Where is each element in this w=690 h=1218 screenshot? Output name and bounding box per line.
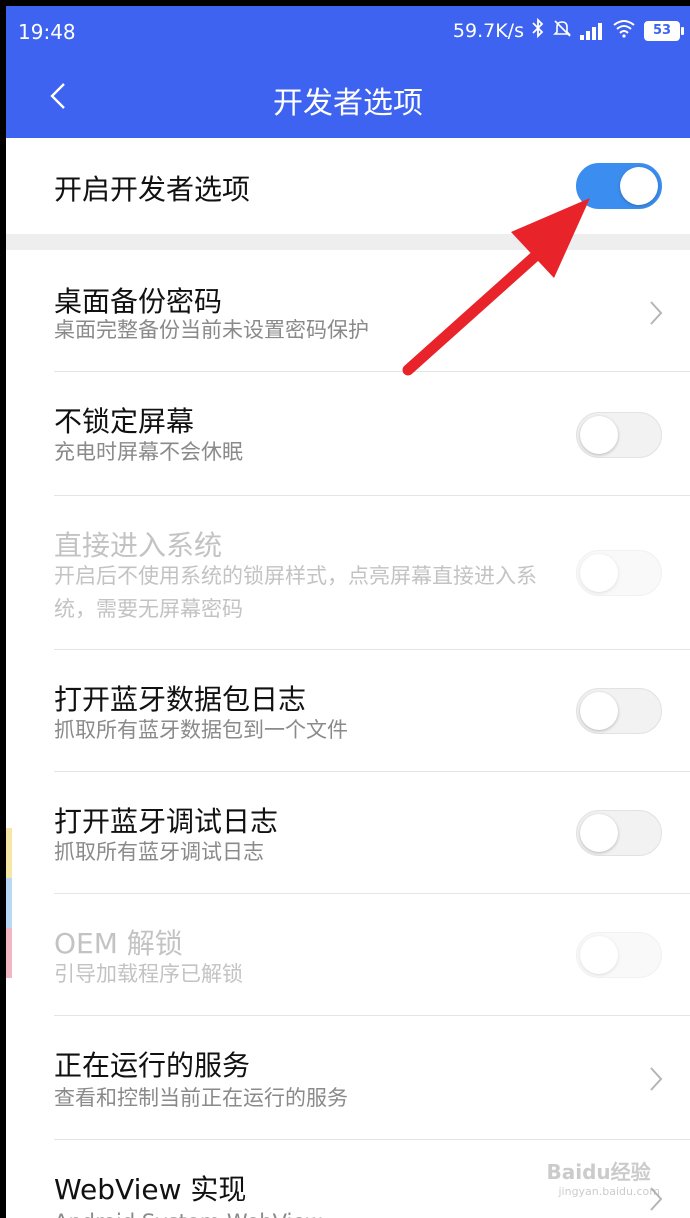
list-item-backup-password[interactable]: 桌面备份密码 桌面完整备份当前未设置密码保护: [6, 250, 690, 372]
item-title: WebView 实现: [54, 1173, 247, 1206]
status-bar: 19:48 59.7K/s 53: [6, 6, 690, 56]
item-subtitle: 充电时屏幕不会休眠: [54, 440, 243, 464]
item-title: 正在运行的服务: [54, 1049, 251, 1082]
watermark-logo: Baidu经验 jingyan.baidu.com: [546, 1156, 660, 1198]
master-toggle[interactable]: [576, 163, 662, 209]
item-title: 打开蓝牙调试日志: [54, 805, 279, 838]
list-item-bt-snoop-log[interactable]: 打开蓝牙数据包日志 抓取所有蓝牙数据包到一个文件: [6, 650, 690, 772]
item-title: 打开蓝牙数据包日志: [54, 683, 307, 716]
chevron-right-icon: [646, 1064, 666, 1094]
item-subtitle: 引导加载程序已解锁: [54, 962, 243, 986]
item-subtitle: 抓取所有蓝牙数据包到一个文件: [54, 718, 348, 742]
toggle-knob: [580, 692, 618, 730]
stay-awake-toggle[interactable]: [576, 412, 662, 458]
toggle-knob: [580, 936, 618, 974]
developer-options-master-row[interactable]: 开启开发者选项: [6, 138, 690, 234]
settings-screen: 19:48 59.7K/s 53 开发者选项 开启开发者选项 桌面备份密码 桌面…: [6, 6, 690, 1218]
status-time: 19:48: [18, 20, 76, 44]
toggle-knob: [580, 554, 618, 592]
bt-snoop-log-toggle[interactable]: [576, 688, 662, 734]
oem-unlock-toggle[interactable]: [576, 932, 662, 978]
status-icons: 59.7K/s 53: [452, 17, 684, 43]
list-item-running-services[interactable]: 正在运行的服务 查看和控制当前正在运行的服务: [6, 1016, 690, 1140]
master-label: 开启开发者选项: [54, 173, 251, 206]
item-subtitle: 桌面完整备份当前未设置密码保护: [54, 318, 369, 342]
section-divider: [6, 234, 690, 250]
toggle-knob: [580, 416, 618, 454]
signal-icon: [580, 22, 604, 40]
battery-icon: 53: [644, 20, 684, 41]
page-title: 开发者选项: [273, 86, 423, 121]
edge-color-marks: [6, 828, 12, 988]
mute-icon: [552, 18, 572, 43]
list-item-oem-unlock[interactable]: OEM 解锁 引导加载程序已解锁: [6, 894, 690, 1016]
bt-debug-log-toggle[interactable]: [576, 810, 662, 856]
item-title: 不锁定屏幕: [54, 405, 195, 438]
item-subtitle: Android System WebView: [54, 1206, 554, 1218]
battery-level: 53: [644, 20, 680, 41]
toggle-knob: [620, 167, 658, 205]
item-subtitle: 查看和控制当前正在运行的服务: [54, 1086, 348, 1110]
watermark-url: jingyan.baidu.com: [558, 1185, 660, 1198]
chevron-right-icon: [646, 298, 666, 328]
app-header: 19:48 59.7K/s 53 开发者选项: [6, 6, 690, 138]
direct-boot-toggle[interactable]: [576, 550, 662, 596]
item-title: 直接进入系统: [54, 529, 223, 562]
list-item-bt-debug-log[interactable]: 打开蓝牙调试日志 抓取所有蓝牙调试日志: [6, 772, 690, 894]
wifi-icon: [612, 18, 636, 43]
list-item-stay-awake[interactable]: 不锁定屏幕 充电时屏幕不会休眠: [6, 372, 690, 496]
title-bar: 开发者选项: [6, 56, 690, 138]
list-item-direct-boot[interactable]: 直接进入系统 开启后不使用系统的锁屏样式，点亮屏幕直接进入系统，需要无屏幕密码: [6, 496, 690, 650]
item-title: OEM 解锁: [54, 927, 183, 960]
watermark-text: Baidu经验: [546, 1160, 651, 1184]
net-speed: 59.7K/s: [452, 19, 524, 42]
bluetooth-icon: [532, 17, 544, 43]
item-subtitle: 抓取所有蓝牙调试日志: [54, 840, 264, 864]
item-subtitle: 开启后不使用系统的锁屏样式，点亮屏幕直接进入系统，需要无屏幕密码: [54, 564, 537, 621]
toggle-knob: [580, 814, 618, 852]
